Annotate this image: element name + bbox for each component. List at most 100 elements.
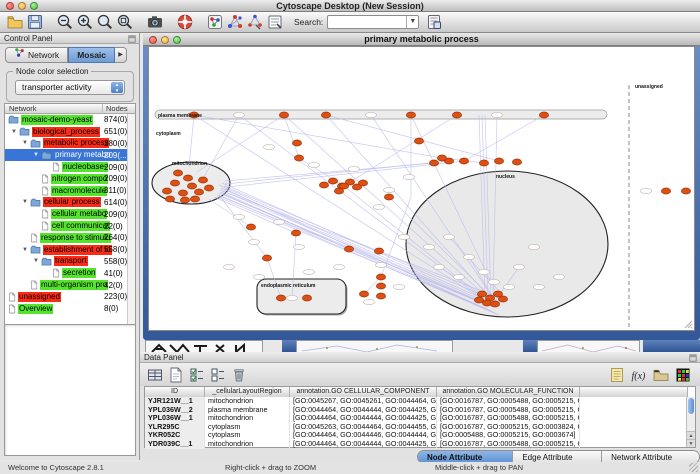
background-window-overview[interactable]: [145, 340, 263, 352]
network-node[interactable]: [190, 196, 199, 202]
network-node[interactable]: [459, 158, 468, 164]
network-node[interactable]: [454, 274, 465, 279]
network-node[interactable]: [414, 138, 423, 144]
zoom-in-icon[interactable]: [76, 13, 94, 31]
expand-arrow-icon[interactable]: ▼: [20, 247, 30, 253]
network-node[interactable]: [404, 174, 415, 179]
network-window-titlebar[interactable]: primary metabolic process: [143, 33, 700, 46]
network-edge[interactable]: [464, 115, 544, 161]
network-node[interactable]: [464, 254, 475, 259]
network-node[interactable]: [376, 293, 385, 299]
network-node[interactable]: [173, 170, 182, 176]
network-node[interactable]: [292, 140, 301, 146]
network-node[interactable]: [364, 299, 375, 304]
network-node[interactable]: [321, 112, 330, 118]
import-attributes-icon[interactable]: [652, 366, 670, 384]
network-edge[interactable]: [189, 115, 194, 167]
network-node[interactable]: [165, 196, 174, 202]
birdseye-view[interactable]: [4, 324, 136, 456]
attribute-matrix-icon[interactable]: [674, 366, 692, 384]
network-node[interactable]: [334, 264, 345, 269]
tree-row[interactable]: multi-organism pro42(0): [5, 279, 135, 291]
tree-row[interactable]: macromolecule311(0): [5, 185, 135, 197]
table-row[interactable]: YLR295Ccytoplasm[GO:0045263, GO:0044464,…: [145, 423, 688, 432]
close-button[interactable]: [6, 2, 14, 10]
network-node[interactable]: [162, 188, 171, 194]
network-node[interactable]: [376, 262, 387, 267]
network-node[interactable]: [249, 239, 260, 244]
column-header[interactable]: annotation.GO MOLECULAR_FUNCTION: [437, 387, 580, 397]
help-icon[interactable]: [176, 13, 194, 31]
network-node[interactable]: [276, 295, 285, 301]
network-node[interactable]: [394, 284, 405, 289]
network-node[interactable]: [264, 144, 275, 149]
zoom-button[interactable]: [30, 2, 38, 10]
select-attributes-icon[interactable]: [188, 366, 206, 384]
network-node[interactable]: [434, 264, 445, 269]
network-node[interactable]: [512, 159, 521, 165]
zoom-fit-icon[interactable]: [116, 13, 134, 31]
network-node[interactable]: [479, 269, 490, 274]
network-node[interactable]: [490, 301, 499, 307]
dropdown-stepper-icon[interactable]: ▲▼: [111, 82, 123, 93]
network-node[interactable]: [384, 187, 395, 192]
network-edge[interactable]: [194, 115, 442, 158]
network-node[interactable]: [681, 188, 690, 194]
tree-column-nodes[interactable]: Nodes: [102, 104, 128, 114]
delete-attribute-icon[interactable]: [230, 366, 248, 384]
zoom-button[interactable]: [173, 36, 181, 44]
network-node[interactable]: [344, 246, 353, 252]
tree-row[interactable]: ▼establishment of lo558(0): [5, 244, 135, 256]
minimize-button[interactable]: [161, 36, 169, 44]
tree-row[interactable]: ▼transport558(0): [5, 256, 135, 268]
minimize-button[interactable]: [18, 2, 26, 10]
network-node[interactable]: [554, 274, 565, 279]
scroll-up-icon[interactable]: ▲: [687, 431, 695, 439]
network-node[interactable]: [437, 155, 446, 161]
table-scrollbar[interactable]: ▲ ▼: [686, 397, 695, 447]
table-row[interactable]: YPL036W__2plasma membrane[GO:0044464, GO…: [145, 406, 688, 415]
network-node[interactable]: [406, 112, 415, 118]
network-canvas[interactable]: plasma membranecytoplasmmitochondrionnuc…: [148, 46, 695, 331]
network-node[interactable]: [474, 297, 483, 303]
notes-icon[interactable]: [608, 366, 626, 384]
network-node[interactable]: [198, 177, 207, 183]
network-node[interactable]: [514, 264, 525, 269]
network-node[interactable]: [641, 188, 652, 193]
resize-grip[interactable]: [689, 463, 698, 472]
table-row[interactable]: YPL036W__1mitochondrion[GO:0044464, GO:0…: [145, 414, 688, 423]
index-icon[interactable]: [425, 13, 443, 31]
network-node[interactable]: [262, 255, 271, 261]
network-node[interactable]: [234, 214, 245, 219]
network-node[interactable]: [180, 197, 189, 203]
vizmapper-icon[interactable]: [206, 13, 224, 31]
network-edge[interactable]: [326, 115, 499, 161]
network-node[interactable]: [339, 183, 348, 189]
save-icon[interactable]: [26, 13, 44, 31]
network-node[interactable]: [309, 162, 320, 167]
network-node[interactable]: [170, 180, 179, 186]
node-color-dropdown[interactable]: transporter activity ▲▼: [15, 80, 125, 95]
network-node[interactable]: [291, 230, 300, 236]
table-row[interactable]: YJR121W__1mitochondrion[GO:0045267, GO:0…: [145, 397, 688, 406]
network-node[interactable]: [349, 166, 360, 171]
expand-arrow-icon[interactable]: ▼: [31, 258, 41, 264]
network-node[interactable]: [274, 219, 285, 224]
network-edge[interactable]: [219, 195, 267, 258]
network-node[interactable]: [376, 274, 385, 280]
expand-arrow-icon[interactable]: ▼: [20, 199, 30, 205]
tree-row[interactable]: nucleobase-209(0): [5, 161, 135, 173]
tree-row[interactable]: response to stimulu264(0): [5, 232, 135, 244]
network-node[interactable]: [279, 112, 288, 118]
network-node[interactable]: [494, 158, 503, 164]
network-node[interactable]: [504, 284, 515, 289]
tree-row[interactable]: unassigned223(0): [5, 291, 135, 303]
tree-row[interactable]: cellular metabo209(0): [5, 208, 135, 220]
network-edge[interactable]: [221, 192, 349, 249]
tree-row[interactable]: ▼biological_process651(0): [5, 126, 135, 138]
zoom-selected-icon[interactable]: [96, 13, 114, 31]
tree-scrollbar[interactable]: [127, 114, 135, 352]
network-node[interactable]: [319, 182, 328, 188]
tree-row[interactable]: ▼metabolic process280(0): [5, 138, 135, 150]
network-node[interactable]: [489, 279, 500, 284]
